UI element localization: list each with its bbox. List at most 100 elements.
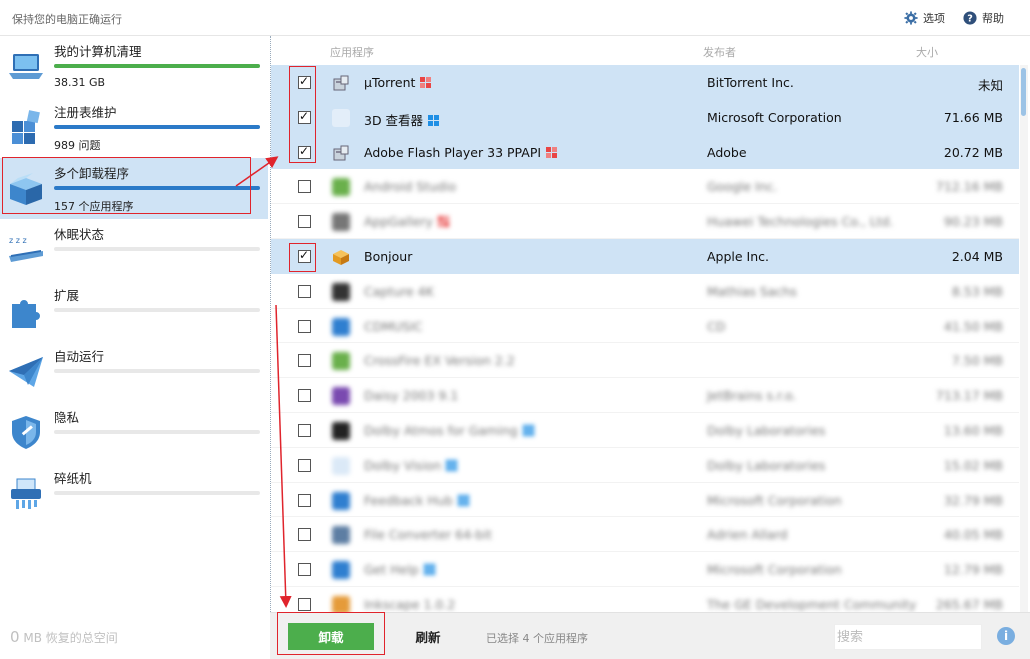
app-name-text: µTorrent (364, 75, 416, 90)
table-row[interactable]: Inkscape 1.0.2 The GE Development Communi… (271, 587, 1019, 612)
app-icon (332, 421, 350, 440)
sidebar-item-hibernate[interactable]: z z z 休眠状态 (0, 219, 268, 280)
table-row[interactable]: Dolby Vision Dolby Laboratories 15.02 MB (271, 448, 1019, 483)
windows-store-icon (423, 563, 435, 576)
sidebar-item-autorun[interactable]: 自动运行 (0, 341, 268, 402)
app-publisher: Microsoft Corporation (707, 492, 842, 508)
app-name: Get Help (364, 562, 435, 577)
app-publisher: Microsoft Corporation (707, 109, 842, 125)
table-row[interactable]: Android Studio Google Inc. 712.16 MB (271, 169, 1019, 205)
app-name-text: Bonjour (364, 248, 413, 264)
row-checkbox[interactable] (298, 493, 311, 507)
help-label: 帮助 (982, 12, 1004, 25)
table-row[interactable]: Daisy 2003 9.1 JetBrains s.r.o. 713.17 MB (271, 378, 1019, 413)
row-checkbox[interactable] (298, 319, 311, 333)
row-checkbox[interactable] (298, 458, 311, 472)
annotation-box-checkboxes (289, 66, 316, 163)
app-icon (332, 317, 350, 336)
sidebar-item-registry[interactable]: 注册表维护 989 问题 (0, 97, 268, 158)
shield-icon (12, 416, 40, 449)
options-button[interactable]: 选项 (904, 10, 945, 26)
info-icon[interactable]: i (997, 627, 1015, 645)
table-row[interactable]: 3D 查看器 Microsoft Corporation 71.66 MB (271, 99, 1019, 135)
table-row[interactable]: Get Help Microsoft Corporation 12.79 MB (271, 552, 1019, 587)
windows-store-icon (446, 459, 458, 471)
column-header-app[interactable]: 应用程序 (330, 44, 374, 60)
app-name: AppGallery (364, 214, 449, 229)
table-row[interactable]: CrossFire EX Version 2.2 7.50 MB (271, 343, 1019, 379)
scrollbar[interactable] (1020, 65, 1028, 612)
sidebar-item-label: 碎纸机 (54, 471, 92, 486)
app-size: 41.50 MB (943, 318, 1003, 334)
sidebar-item-extensions[interactable]: 扩展 (0, 280, 268, 341)
sidebar-item-label: 扩展 (54, 288, 80, 303)
annotation-box-uninstall (277, 612, 385, 655)
app-icon (332, 282, 350, 301)
flag-icon (420, 76, 432, 88)
app-icon (332, 387, 350, 406)
registry-cubes-icon (12, 110, 40, 144)
bonjour-icon (332, 248, 350, 266)
table-row[interactable]: Capture 4K Mathias Sachs 8.53 MB (271, 274, 1019, 309)
sidebar-item-pc-cleanup[interactable]: 我的计算机清理 38.31 GB (0, 36, 268, 97)
table-row[interactable]: CDMUSIC CD 41.50 MB (271, 309, 1019, 344)
app-title: 保持您的电脑正确运行 (12, 13, 122, 26)
table-row[interactable]: µTorrent BitTorrent Inc. 未知 (271, 65, 1019, 100)
row-checkbox[interactable] (298, 284, 311, 298)
sidebar-item-label: 隐私 (54, 410, 80, 425)
app-name-text: Capture 4K (364, 283, 434, 299)
recovered-text: MB 恢复的总空间 (23, 631, 118, 645)
app-size: 8.53 MB (951, 283, 1003, 299)
row-checkbox[interactable] (298, 389, 311, 403)
row-checkbox[interactable] (298, 180, 311, 194)
progress-bar (54, 430, 260, 434)
row-checkbox[interactable] (298, 597, 311, 611)
row-checkbox[interactable] (298, 563, 311, 577)
table-row[interactable]: Bonjour Apple Inc. 2.04 MB (271, 238, 1019, 274)
app-publisher: Apple Inc. (707, 248, 770, 264)
scrollbar-thumb[interactable] (1021, 68, 1026, 116)
help-button[interactable]: ? 帮助 (963, 10, 1004, 26)
windows-store-icon (522, 424, 534, 436)
puzzle-icon (12, 300, 40, 328)
table-row[interactable]: Adobe Flash Player 33 PPAPI Adobe 20.72 MB (271, 134, 1019, 170)
row-checkbox[interactable] (298, 423, 311, 437)
app-name: Inkscape 1.0.2 (364, 597, 455, 612)
app-publisher: BitTorrent Inc. (707, 75, 794, 90)
sidebar-item-shredder[interactable]: 碎纸机 (0, 463, 268, 524)
sleep-laptop-icon: z z z (9, 236, 43, 262)
app-size: 712.16 MB (935, 179, 1003, 195)
app-size: 13.60 MB (943, 422, 1003, 438)
row-checkbox[interactable] (298, 215, 311, 229)
app-name: Daisy 2003 9.1 (364, 388, 458, 403)
table-row[interactable]: AppGallery Huawei Technologies Co., Ltd. 9… (271, 204, 1019, 239)
column-header-size[interactable]: 大小 (916, 44, 938, 60)
column-header-publisher[interactable]: 发布者 (703, 44, 736, 60)
app-name-text: Dolby Atmos for Gaming (364, 422, 518, 438)
gear-icon (904, 11, 918, 25)
app-name: Feedback Hub (364, 493, 469, 508)
refresh-button[interactable]: 刷新 (390, 623, 466, 650)
app-icon (332, 352, 350, 371)
app-size: 2.04 MB (951, 248, 1003, 264)
progress-bar (54, 369, 260, 373)
app-publisher: Microsoft Corporation (707, 562, 842, 578)
app-publisher: CD (707, 318, 726, 334)
app-name-text: Adobe Flash Player 33 PPAPI (364, 144, 542, 160)
sidebar-item-label: 我的计算机清理 (54, 44, 142, 59)
table-row[interactable]: Feedback Hub Microsoft Corporation 32.79 M… (271, 483, 1019, 518)
app-publisher: Mathias Sachs (707, 283, 797, 299)
search-input[interactable] (834, 624, 982, 650)
sidebar-item-privacy[interactable]: 隐私 (0, 402, 268, 463)
row-checkbox[interactable] (298, 354, 311, 368)
table-row[interactable]: Dolby Atmos for Gaming Dolby Laboratories… (271, 413, 1019, 448)
top-bar: 保持您的电脑正确运行 选项 ? 帮助 (0, 0, 1030, 36)
svg-text:?: ? (967, 14, 973, 25)
row-checkbox[interactable] (298, 528, 311, 542)
laptop-icon (9, 54, 43, 79)
app-publisher: Huawei Technologies Co., Ltd. (707, 214, 894, 230)
table-row[interactable]: File Converter 64-bit Adrien Allard 40.05 … (271, 517, 1019, 553)
app-size: 713.17 MB (935, 388, 1003, 404)
app-name: 3D 查看器 (364, 110, 440, 129)
svg-text:z z z: z z z (9, 236, 27, 245)
